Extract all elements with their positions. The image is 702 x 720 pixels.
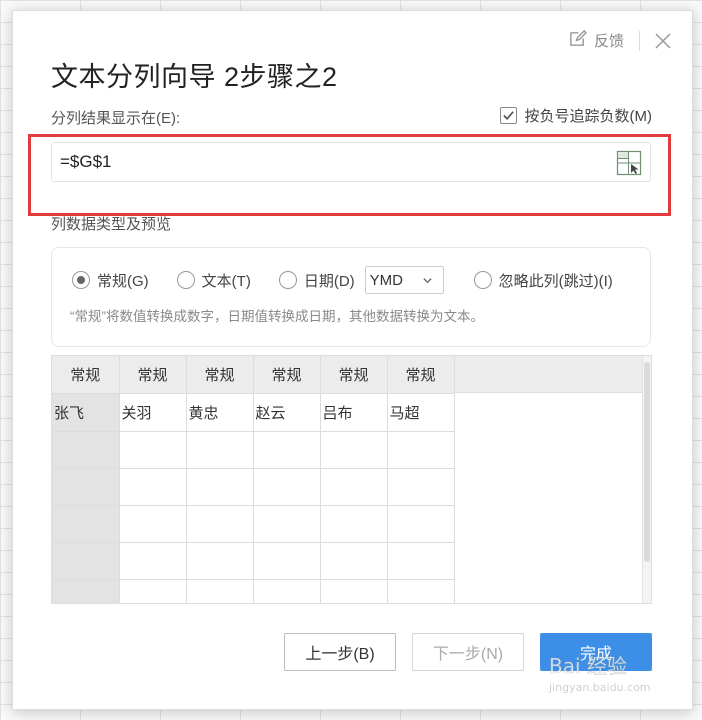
preview-cell [186, 505, 254, 543]
preview-table: 常规 常规 常规 常规 常规 常规 张飞 关羽 黄忠 赵云 吕布 马超 [52, 356, 455, 603]
next-step-button[interactable]: 下一步(N) [412, 633, 524, 671]
preview-cell [119, 505, 187, 543]
close-icon[interactable] [654, 32, 672, 50]
preview-cell [119, 579, 187, 603]
radio-text[interactable]: 文本(T) [176, 270, 251, 291]
preview-cell [119, 468, 187, 506]
preview-cell [387, 579, 455, 603]
checkbox-checked-icon [499, 107, 517, 124]
preview-header-row: 常规 常规 常规 常规 常规 常规 [52, 356, 455, 394]
radio-skip[interactable]: 忽略此列(跳过)(I) [473, 270, 613, 291]
feedback-label: 反馈 [593, 33, 624, 50]
preview-column-header[interactable]: 常规 [253, 356, 321, 394]
preview-row: 张飞 关羽 黄忠 赵云 吕布 马超 [52, 393, 455, 432]
preview-cell [52, 579, 120, 603]
scrollbar-thumb[interactable] [644, 362, 650, 562]
radio-general[interactable]: 常规(G) [72, 270, 149, 291]
preview-cell [186, 468, 254, 506]
preview-column-header[interactable]: 常规 [52, 356, 120, 394]
column-type-options: 常规(G) 文本(T) 日期(D) YMD 忽略此列(跳过)(I) [72, 266, 613, 294]
date-format-value: YMD [369, 271, 403, 289]
preview-cell [119, 542, 187, 580]
preview-cell [320, 431, 388, 469]
preview-scrollbar[interactable] [642, 356, 651, 603]
preview-cell [186, 431, 254, 469]
text-to-columns-dialog: 反馈 文本分列向导 2步骤之2 分列结果显示在(E): 按负号追踪负数(M) =… [12, 10, 693, 710]
preview-cell: 赵云 [253, 393, 321, 432]
preview-row [52, 505, 455, 543]
preview-cell [387, 468, 455, 506]
preview-column-header[interactable]: 常规 [320, 356, 388, 394]
preview-cell [52, 468, 120, 506]
radio-unselected-icon [176, 271, 195, 289]
finish-button[interactable]: 完成 [540, 633, 652, 671]
preview-cell [253, 505, 321, 543]
negative-sign-checkbox[interactable]: 按负号追踪负数(M) [499, 105, 653, 126]
preview-cell [52, 505, 120, 543]
preview-row [52, 579, 455, 603]
preview-cell [186, 579, 254, 603]
radio-selected-icon [72, 271, 90, 289]
preview-cell [253, 431, 321, 469]
negative-sign-label: 按负号追踪负数(M) [524, 108, 653, 125]
preview-cell: 关羽 [119, 393, 187, 432]
preview-column-header[interactable]: 常规 [387, 356, 455, 394]
radio-date-label: 日期(D) [303, 272, 355, 290]
preview-cell [253, 468, 321, 506]
svg-text:jingyan.baidu.com: jingyan.baidu.com [548, 681, 651, 694]
preview-row [52, 542, 455, 580]
preview-cell [52, 431, 120, 469]
topbar-divider [639, 30, 640, 51]
preview-cell [320, 505, 388, 543]
radio-unselected-icon [278, 271, 297, 289]
preview-row [52, 468, 455, 506]
preview-cell: 张飞 [52, 393, 120, 432]
radio-unselected-icon [473, 271, 492, 289]
preview-cell: 黄忠 [186, 393, 254, 432]
column-type-label: 列数据类型及预览 [51, 216, 172, 233]
preview-cell [253, 542, 321, 580]
radio-text-label: 文本(T) [201, 272, 251, 290]
dialog-topbar: 反馈 [568, 29, 672, 52]
preview-cell [186, 542, 254, 580]
preview-column-header[interactable]: 常规 [119, 356, 187, 394]
destination-label: 分列结果显示在(E): [51, 110, 181, 127]
column-type-hint: “常规”将数值转换成数字，日期值转换成日期，其他数据转换为文本。 [70, 309, 484, 324]
preview-cell: 吕布 [320, 393, 388, 432]
previous-step-button[interactable]: 上一步(B) [284, 633, 396, 671]
data-preview-grid[interactable]: 常规 常规 常规 常规 常规 常规 张飞 关羽 黄忠 赵云 吕布 马超 [51, 355, 652, 604]
preview-cell [253, 579, 321, 603]
preview-cell [320, 468, 388, 506]
preview-cell: 马超 [387, 393, 455, 432]
preview-cell [320, 579, 388, 603]
date-format-select[interactable]: YMD [364, 266, 444, 294]
feedback-button[interactable]: 反馈 [568, 29, 624, 52]
preview-cell [387, 505, 455, 543]
destination-highlight-box [28, 134, 671, 216]
preview-cell [387, 542, 455, 580]
preview-cell [387, 431, 455, 469]
preview-cell [119, 431, 187, 469]
preview-column-header[interactable]: 常规 [186, 356, 254, 394]
radio-skip-label: 忽略此列(跳过)(I) [498, 272, 613, 290]
radio-general-label: 常规(G) [97, 272, 149, 290]
edit-icon [568, 29, 588, 52]
preview-row [52, 431, 455, 469]
chevron-down-icon [423, 277, 432, 283]
preview-cell [320, 542, 388, 580]
preview-header-filler [455, 356, 651, 393]
column-type-panel: 常规(G) 文本(T) 日期(D) YMD 忽略此列(跳过)(I) “常规”将数… [51, 247, 651, 347]
preview-cell [52, 542, 120, 580]
radio-date[interactable]: 日期(D) [278, 270, 355, 291]
dialog-title: 文本分列向导 2步骤之2 [51, 62, 338, 92]
